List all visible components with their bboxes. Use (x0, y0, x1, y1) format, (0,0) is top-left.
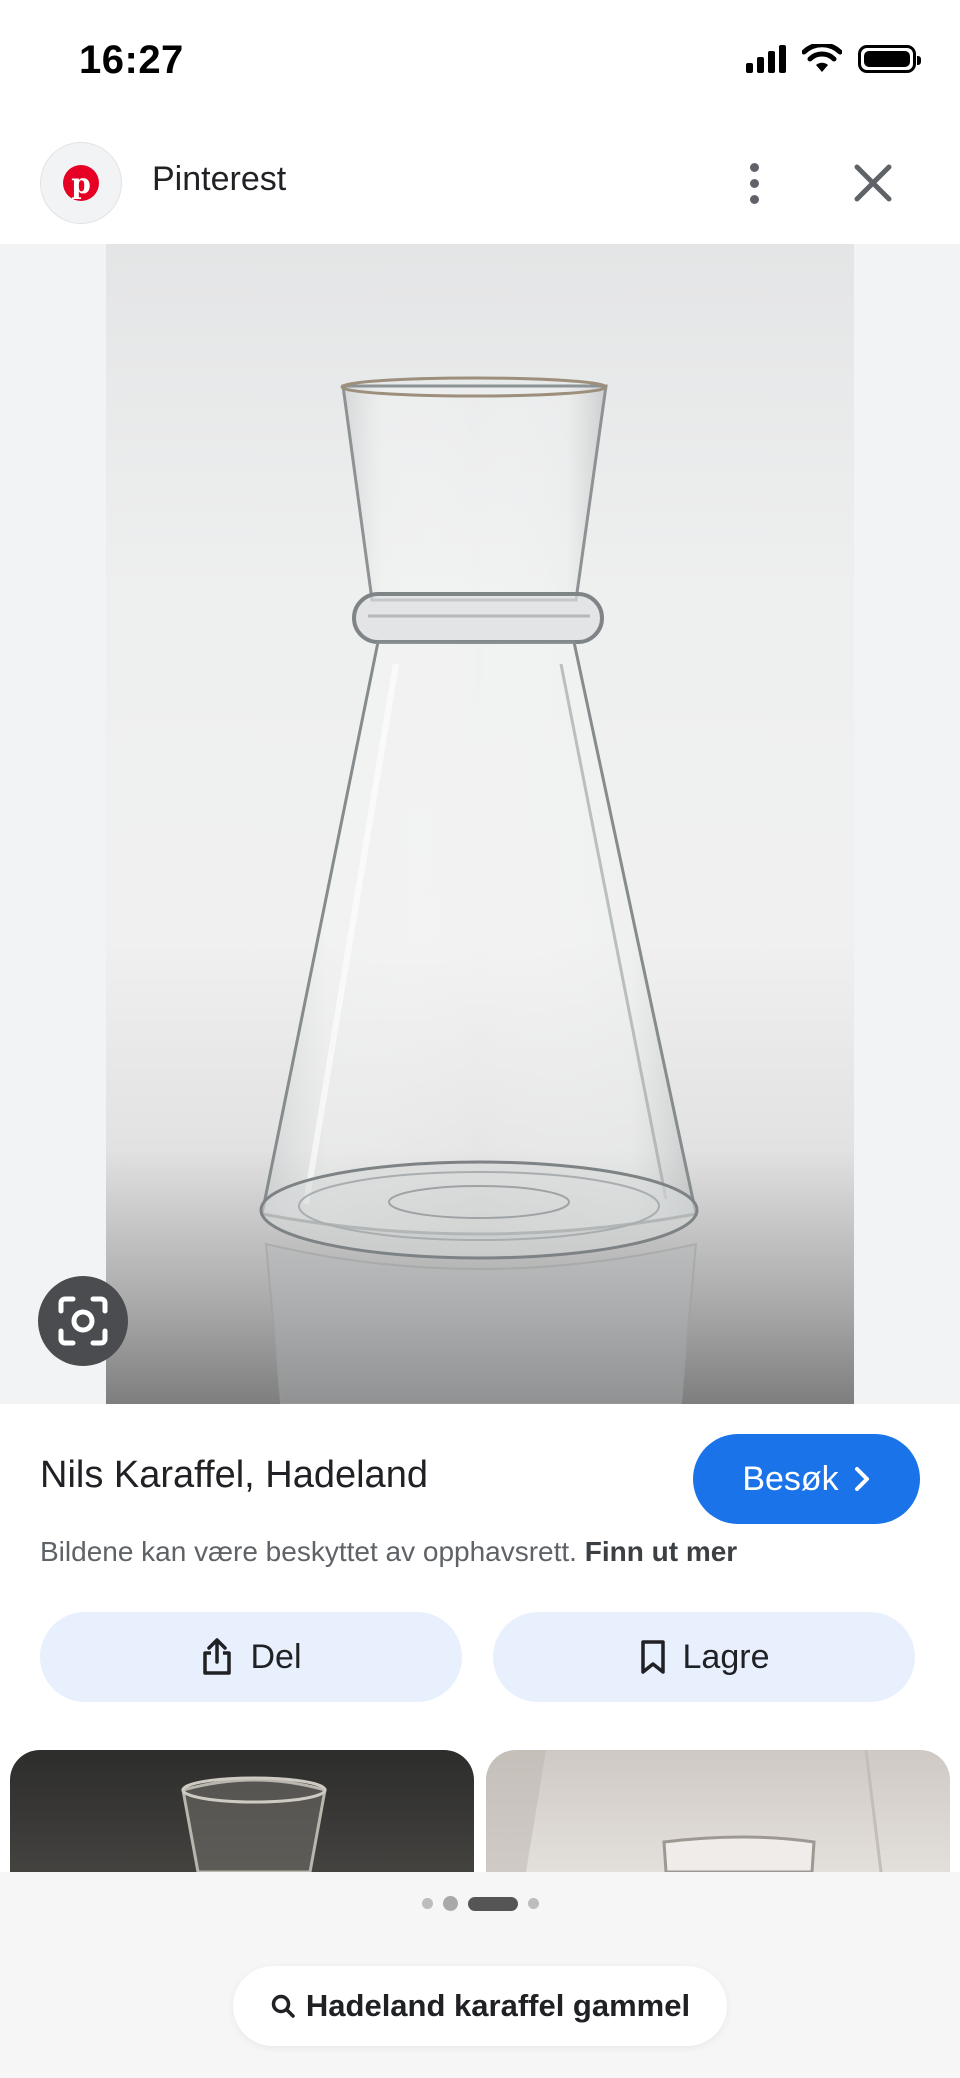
site-name[interactable]: Pinterest (152, 160, 286, 199)
pagination-dot-active[interactable] (467, 1896, 518, 1911)
copyright-notice: Bildene kan være beskyttet av opphavsret… (40, 1536, 737, 1568)
status-bar: 16:27 (0, 0, 960, 122)
share-icon (203, 1638, 232, 1675)
pagination-dot[interactable] (442, 1896, 458, 1911)
pinterest-logo-icon[interactable]: p (40, 142, 122, 224)
more-options-button[interactable] (726, 152, 782, 214)
battery-icon (858, 45, 921, 73)
search-icon (271, 1994, 295, 2018)
close-icon[interactable] (842, 152, 904, 214)
image-result-page: 16:27 p Pinterest Nils Karaffel, Hadelan… (0, 0, 960, 2078)
source-header: p Pinterest (0, 122, 960, 244)
copyright-text: Bildene kan være beskyttet av opphavsret… (40, 1536, 577, 1567)
status-icons (746, 44, 921, 74)
pagination-dots (0, 1896, 960, 1911)
share-button[interactable]: Del (40, 1612, 462, 1702)
wifi-icon (802, 44, 842, 72)
bookmark-icon (640, 1640, 665, 1674)
share-button-label: Del (250, 1637, 302, 1676)
search-query-chip[interactable]: Hadeland karaffel gammel (233, 1966, 727, 2046)
cellular-signal-icon (746, 45, 786, 73)
pagination-dot[interactable] (421, 1898, 433, 1909)
related-result-thumbnail[interactable] (10, 1750, 474, 1872)
visit-button-label: Besøk (742, 1459, 839, 1498)
chevron-right-icon (854, 1467, 869, 1491)
save-button[interactable]: Lagre (493, 1612, 915, 1702)
pagination-dot[interactable] (527, 1898, 539, 1909)
image-viewer[interactable] (0, 244, 960, 1404)
save-button-label: Lagre (682, 1637, 770, 1676)
image-title[interactable]: Nils Karaffel, Hadeland (40, 1454, 428, 1497)
visit-button[interactable]: Besøk (693, 1434, 920, 1524)
carafe-photo[interactable] (106, 244, 854, 1404)
status-time: 16:27 (79, 38, 184, 82)
related-result-thumbnail[interactable] (486, 1750, 950, 1872)
search-query-text: Hadeland karaffel gammel (305, 1988, 691, 2023)
learn-more-link[interactable]: Finn ut mer (585, 1536, 737, 1567)
camera-lens-icon[interactable] (38, 1276, 128, 1366)
bottom-bar: Hadeland karaffel gammel (0, 1872, 960, 2078)
